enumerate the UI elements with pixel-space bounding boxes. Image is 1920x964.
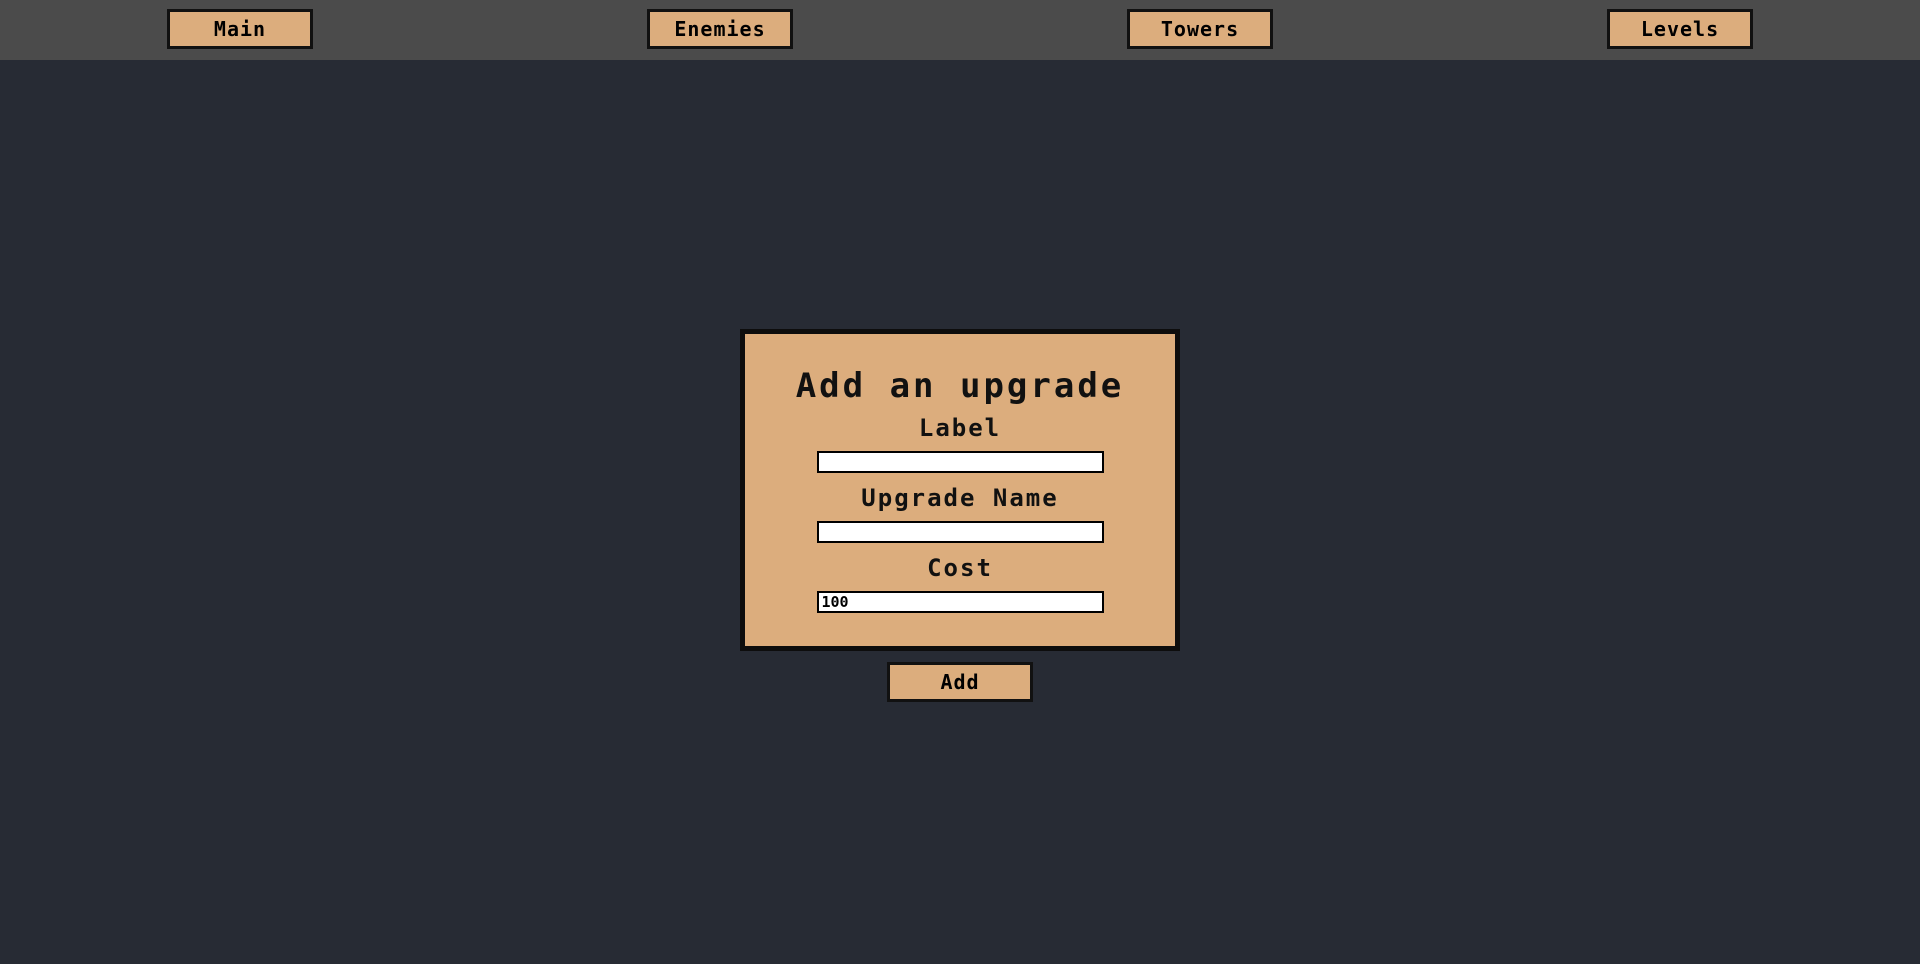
nav-towers-button[interactable]: Towers — [1127, 9, 1273, 49]
add-button[interactable]: Add — [887, 662, 1033, 702]
add-upgrade-form-panel: Add an upgrade Label Upgrade Name Cost — [740, 329, 1180, 651]
upgrade-name-field-label: Upgrade Name — [861, 484, 1059, 512]
label-field-label: Label — [918, 414, 1002, 442]
nav-enemies-button[interactable]: Enemies — [647, 9, 793, 49]
cost-input[interactable] — [816, 591, 1104, 613]
nav-main-button[interactable]: Main — [167, 9, 313, 49]
label-input[interactable] — [816, 451, 1104, 473]
nav-levels-button[interactable]: Levels — [1607, 9, 1753, 49]
cost-field-label: Cost — [927, 554, 993, 582]
form-title: Add an upgrade — [795, 366, 1125, 406]
upgrade-name-input[interactable] — [816, 521, 1104, 543]
top-nav-bar: Main Enemies Towers Levels — [0, 0, 1920, 60]
